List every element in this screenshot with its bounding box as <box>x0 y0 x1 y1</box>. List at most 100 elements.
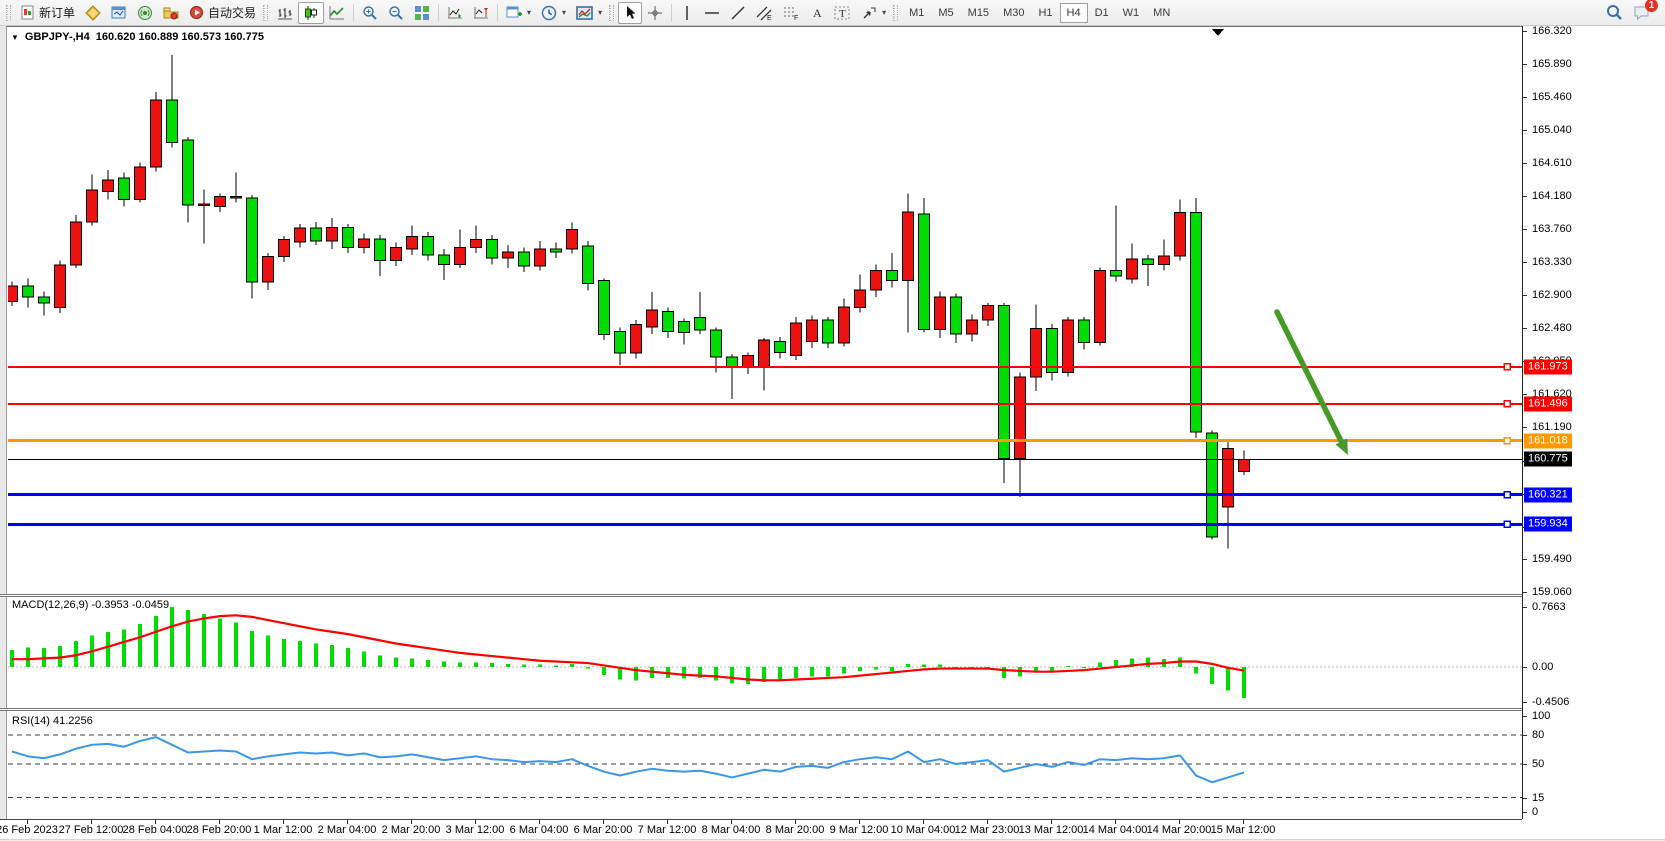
periods-button[interactable]: ▾ <box>536 2 571 24</box>
chart-candles-button[interactable] <box>298 2 324 24</box>
candle <box>279 236 290 262</box>
candle <box>407 226 418 255</box>
timeframe-M5[interactable]: M5 <box>931 3 960 23</box>
hline-object-161.496[interactable] <box>8 401 1522 407</box>
rsi-pane[interactable] <box>8 712 1522 819</box>
hline-object-160.321[interactable] <box>8 492 1522 498</box>
templates-button[interactable]: ▾ <box>571 2 607 24</box>
auto-scroll-button[interactable] <box>442 2 468 24</box>
zoom-out-button[interactable] <box>383 2 409 24</box>
macd-histogram-bar <box>330 645 334 667</box>
candle <box>759 338 770 391</box>
timeframe-M15[interactable]: M15 <box>961 3 996 23</box>
rsi-line <box>12 737 1244 782</box>
hline-handle[interactable] <box>1504 521 1510 527</box>
equidistant-channel-button[interactable]: E <box>751 2 778 24</box>
price-tag-161.018: 161.018 <box>1524 433 1572 448</box>
periods-icon <box>541 5 557 21</box>
time-tick-label: 15 Mar 12:00 <box>1211 824 1276 836</box>
dropdown-caret-icon[interactable]: ▾ <box>882 8 886 17</box>
timeframe-M30[interactable]: M30 <box>996 3 1031 23</box>
candle <box>327 218 338 249</box>
crosshair-button[interactable] <box>642 2 668 24</box>
toolbar-grip[interactable] <box>263 5 268 21</box>
chart-bars-button[interactable] <box>272 2 298 24</box>
time-tick-label: 2 Mar 20:00 <box>382 824 441 836</box>
text-label-button[interactable]: T <box>829 2 856 24</box>
arrows-tool-button[interactable]: ▾ <box>856 2 891 24</box>
new-order-button[interactable]: 新订单 <box>15 2 80 24</box>
toolbar-grip[interactable] <box>609 5 614 21</box>
autotrading-button[interactable]: 自动交易 <box>184 2 261 24</box>
hline-handle[interactable] <box>1504 364 1510 370</box>
rsi-axis-label: 50 <box>1532 758 1544 770</box>
candle <box>599 278 610 340</box>
timeframe-D1[interactable]: D1 <box>1088 3 1116 23</box>
time-tick-label: 13 Mar 12:00 <box>1019 824 1084 836</box>
candle <box>679 318 690 344</box>
candle <box>615 328 626 365</box>
candle <box>231 172 242 202</box>
candle <box>311 222 322 245</box>
macd-histogram-bar <box>410 658 414 667</box>
timeframe-H4[interactable]: H4 <box>1060 3 1088 23</box>
text-button[interactable]: A <box>805 2 829 24</box>
time-axis[interactable]: 26 Feb 202327 Feb 12:0028 Feb 04:0028 Fe… <box>0 820 1665 839</box>
macd-histogram-bar <box>746 667 750 684</box>
hline-object-161.018[interactable] <box>8 438 1522 444</box>
timeframe-M1[interactable]: M1 <box>902 3 931 23</box>
zoom-in-button[interactable] <box>357 2 383 24</box>
data-window-button[interactable] <box>106 2 132 24</box>
dropdown-caret-icon[interactable]: ▾ <box>527 8 531 17</box>
vertical-line-button[interactable] <box>675 2 699 24</box>
hline-object-159.934[interactable] <box>8 521 1522 527</box>
time-tick-label: 26 Feb 2023 <box>0 824 58 836</box>
macd-pane[interactable] <box>8 597 1522 708</box>
macd-histogram-bar <box>362 651 366 667</box>
timeframe-MN[interactable]: MN <box>1146 3 1177 23</box>
candle <box>439 249 450 280</box>
signal-button[interactable] <box>132 2 158 24</box>
price-axis[interactable]: 166.320165.890165.460165.040164.610164.1… <box>1522 26 1665 819</box>
chat-badge: 1 <box>1645 0 1658 12</box>
timeframe-H1[interactable]: H1 <box>1031 3 1059 23</box>
hline-handle[interactable] <box>1504 401 1510 407</box>
price-tick-label: 165.460 <box>1532 91 1572 103</box>
rsi-axis-label: 100 <box>1532 710 1550 722</box>
horizontal-line-button[interactable] <box>699 2 725 24</box>
macd-histogram-bar <box>794 667 798 678</box>
toolbar-grip[interactable] <box>893 5 898 21</box>
macd-axis-label-dash <box>1523 607 1527 608</box>
tile-windows-button[interactable] <box>409 2 435 24</box>
cursor-button[interactable] <box>618 2 642 24</box>
price-tick-label: 164.180 <box>1532 190 1572 202</box>
candle <box>455 230 466 269</box>
toolbar-grip[interactable] <box>6 5 11 21</box>
price-chart-pane[interactable] <box>8 28 1522 594</box>
pane-separator[interactable] <box>0 708 1522 711</box>
chart-title-dropdown-icon[interactable]: ▼ <box>11 33 19 42</box>
search-icon[interactable] <box>1606 4 1623 21</box>
new-chart-button[interactable]: ▾ <box>501 2 536 24</box>
text-icon: A <box>810 5 824 20</box>
fibonacci-button[interactable]: F <box>778 2 805 24</box>
chat-icon[interactable]: 1 <box>1633 4 1651 21</box>
price-tick-label-dash <box>1523 196 1527 197</box>
hline-handle[interactable] <box>1504 492 1510 498</box>
dropdown-caret-icon[interactable]: ▾ <box>562 8 566 17</box>
trendline-icon <box>730 5 746 21</box>
price-tick-label: 162.900 <box>1532 289 1572 301</box>
price-tick-label-dash <box>1523 592 1527 593</box>
signal-icon <box>137 5 153 21</box>
timeframe-W1[interactable]: W1 <box>1116 3 1147 23</box>
dropdown-caret-icon[interactable]: ▾ <box>598 8 602 17</box>
trend-arrow-object[interactable] <box>1277 312 1348 455</box>
hline-handle[interactable] <box>1504 438 1510 444</box>
chart-shift-button[interactable] <box>468 2 494 24</box>
terminal-button[interactable] <box>158 2 184 24</box>
trendline-button[interactable] <box>725 2 751 24</box>
chart-shift-marker[interactable] <box>1212 29 1224 36</box>
symbols-button[interactable] <box>80 2 106 24</box>
chart-line-button[interactable] <box>324 2 350 24</box>
rsi-indicator-label: RSI(14) 41.2256 <box>12 715 93 727</box>
